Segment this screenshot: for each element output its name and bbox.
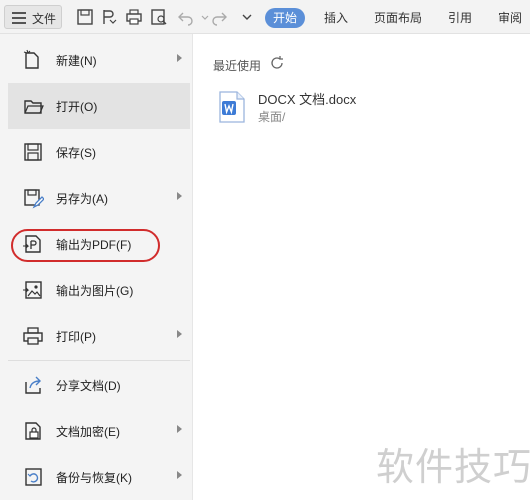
tab-insert[interactable]: 插入	[324, 8, 348, 28]
new-doc-icon	[22, 49, 44, 71]
recent-file-path: 桌面/	[258, 110, 286, 124]
print-icon	[22, 325, 44, 347]
undo-dropdown-icon[interactable]	[196, 8, 209, 26]
backup-icon	[22, 466, 44, 488]
submenu-arrow-icon	[177, 471, 182, 479]
file-menu-button[interactable]: 文件	[4, 5, 62, 29]
print-preview-icon[interactable]	[150, 8, 168, 26]
highlight-oval	[11, 229, 160, 262]
save-icon[interactable]	[76, 8, 94, 26]
menu-item-encrypt[interactable]: 文档加密(E)	[8, 408, 190, 454]
menu-item-share[interactable]: 分享文档(D)	[8, 362, 190, 408]
undo-icon[interactable]	[177, 8, 195, 26]
save-as-icon	[22, 187, 45, 209]
toolbar: 文件 开始 插入 页面布局 引用 审阅	[0, 0, 530, 34]
redo-icon[interactable]	[210, 8, 228, 26]
watermark: 软件技巧	[376, 445, 530, 489]
menu-divider	[8, 360, 190, 361]
hamburger-icon	[12, 12, 26, 27]
menu-item-backup[interactable]: 备份与恢复(K)	[8, 454, 190, 500]
recent-file-name: DOCX 文档.docx	[258, 92, 357, 107]
menu-item-new[interactable]: 新建(N)	[8, 37, 190, 83]
tab-start[interactable]: 开始	[265, 8, 306, 28]
tab-review[interactable]: 审阅	[498, 8, 522, 28]
recent-title: 最近使用	[213, 59, 262, 73]
menu-item-save[interactable]: 保存(S)	[8, 129, 190, 175]
export-pdf-icon[interactable]	[100, 8, 118, 26]
menu-item-print[interactable]: 打印(P)	[8, 313, 190, 359]
word-doc-icon	[218, 91, 246, 123]
menu-item-export-image[interactable]: 输出为图片(G)	[8, 267, 190, 313]
encrypt-icon	[22, 420, 44, 442]
export-image-icon	[22, 279, 44, 301]
submenu-arrow-icon	[177, 425, 182, 433]
submenu-arrow-icon	[177, 330, 182, 338]
print-icon[interactable]	[125, 8, 143, 26]
folder-open-icon	[22, 95, 44, 117]
menu-item-save-as[interactable]: 另存为(A)	[8, 175, 190, 221]
recent-file-item[interactable]: DOCX 文档.docx 桌面/	[218, 88, 418, 128]
tab-page-layout[interactable]: 页面布局	[374, 8, 422, 28]
more-dropdown-icon[interactable]	[238, 8, 256, 26]
menu-item-open[interactable]: 打开(O)	[8, 83, 190, 129]
submenu-arrow-icon	[177, 192, 182, 200]
refresh-icon[interactable]	[269, 55, 285, 71]
file-menu-label: 文件	[32, 12, 57, 26]
tab-references[interactable]: 引用	[448, 8, 472, 28]
share-icon	[22, 374, 44, 396]
save-icon	[22, 141, 44, 163]
submenu-arrow-icon	[177, 54, 182, 62]
